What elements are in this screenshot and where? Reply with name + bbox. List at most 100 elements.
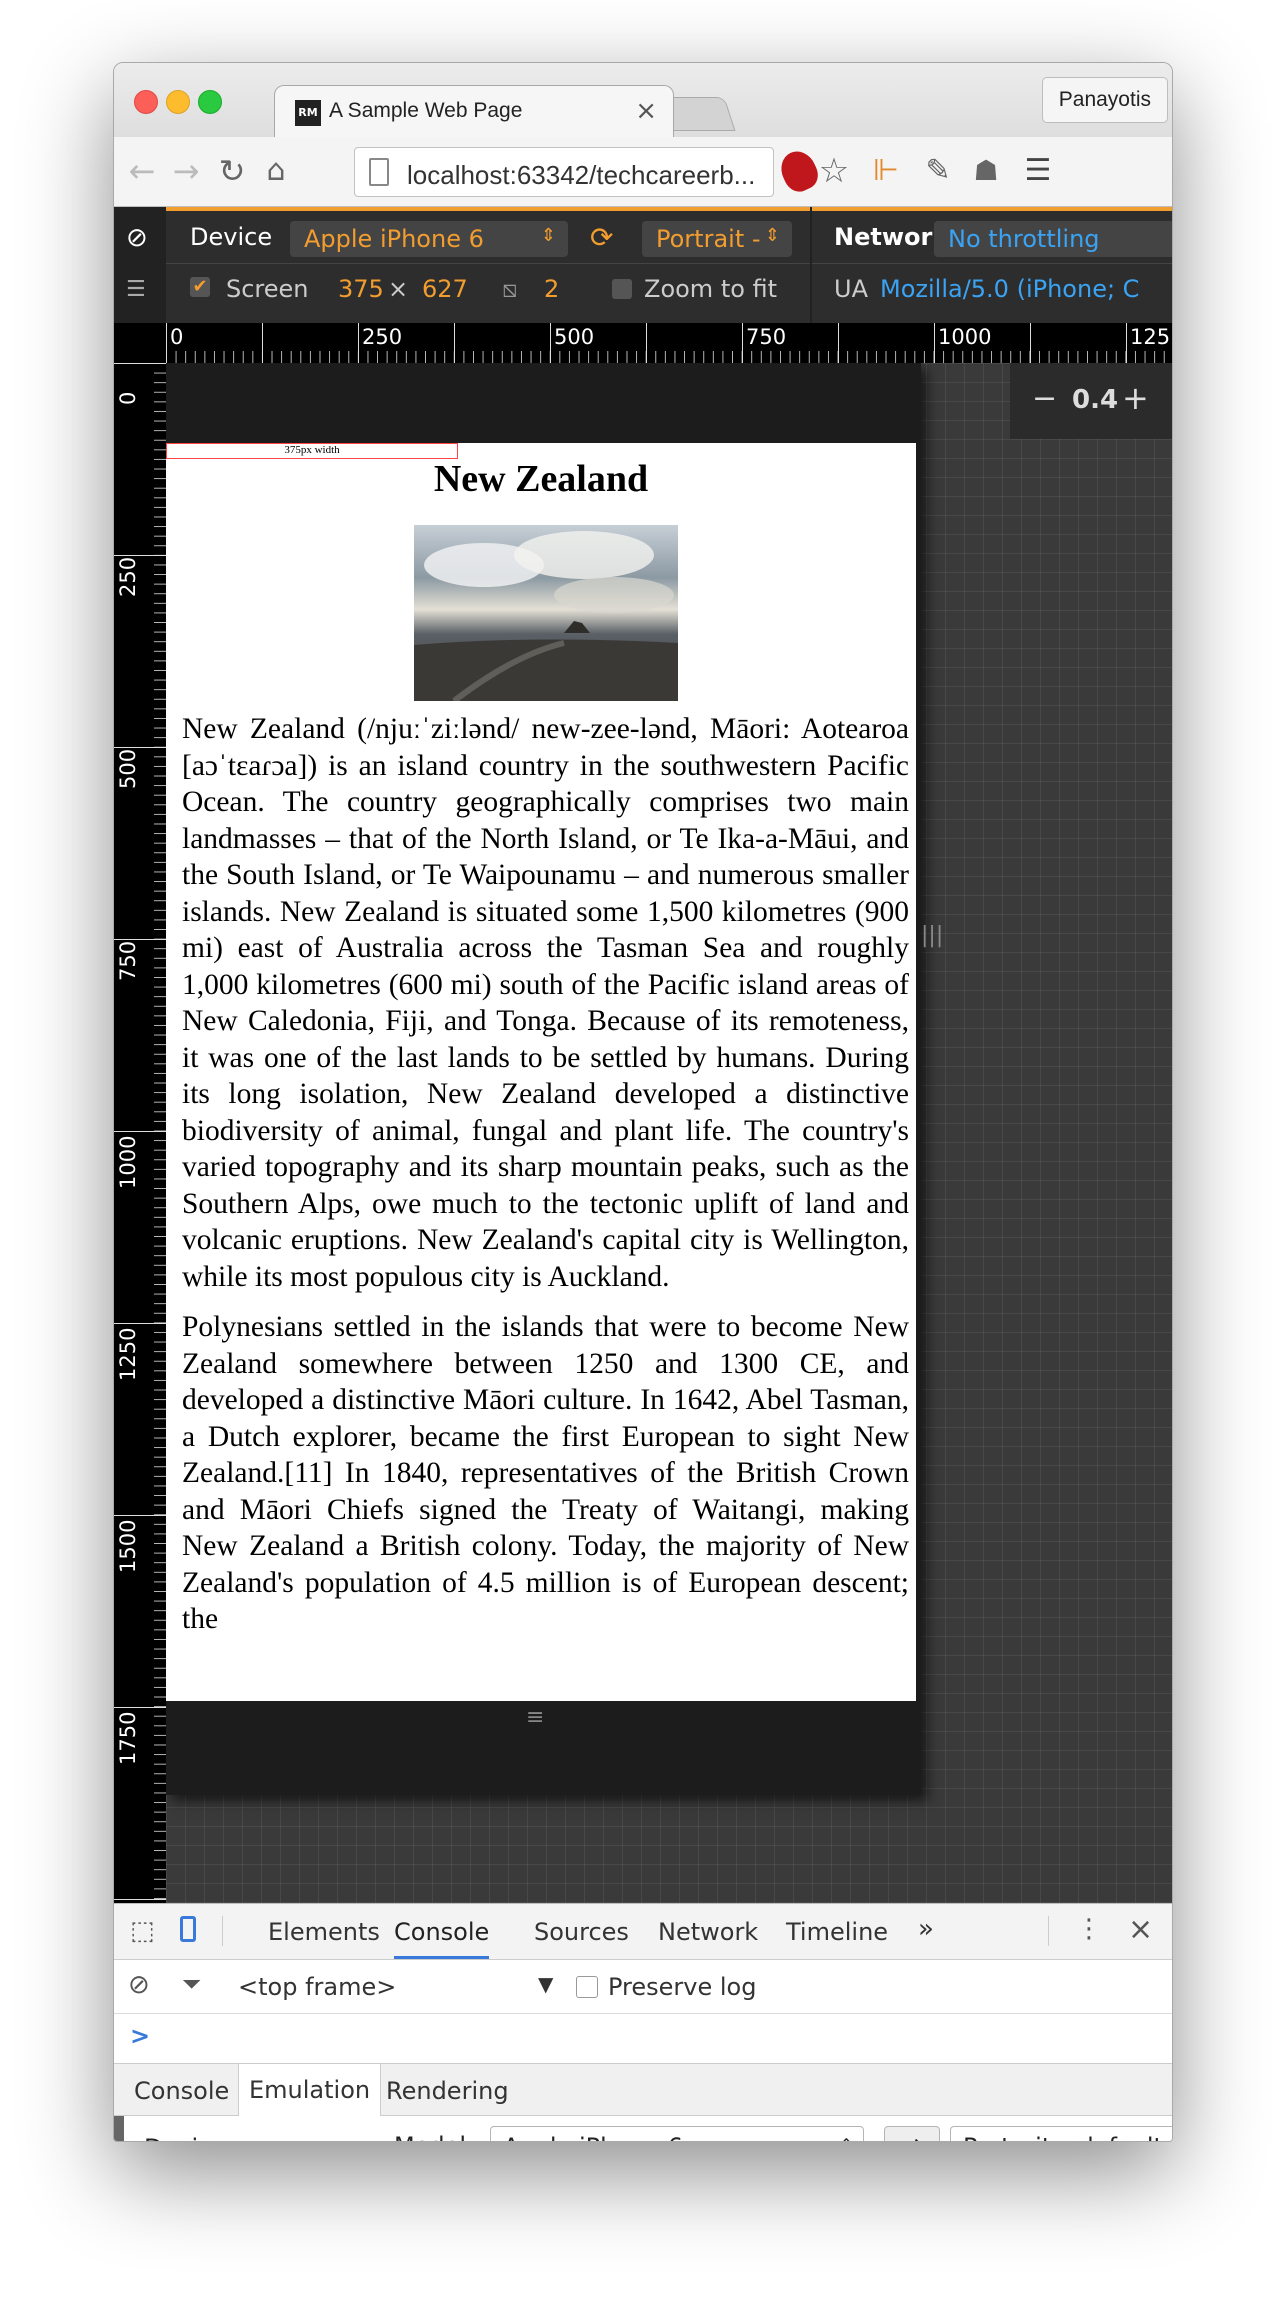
dpr-icon: ⧅: [502, 275, 518, 303]
tab-title: A Sample Web Page: [329, 99, 523, 122]
ruler-label: 1250: [116, 1327, 140, 1381]
devtools-panel: ⬚ Elements Console Sources Network Timel…: [114, 1903, 1172, 2141]
dropdown-arrow-icon[interactable]: ▼: [538, 1972, 553, 1996]
disable-emulation-icon[interactable]: ⊘: [126, 223, 148, 253]
menu-icon[interactable]: ☰: [1018, 153, 1058, 189]
screen-checkbox[interactable]: ✔: [190, 277, 210, 297]
orientation-select[interactable]: Portrait - ⇕: [642, 221, 792, 257]
resize-height-handle[interactable]: ≡: [526, 1705, 544, 1730]
emulation-stage: − 0.4 + 375px width New Zealand New Zeal…: [166, 363, 1172, 1903]
ua-label: UA: [834, 275, 868, 303]
device-frame: 375px width New Zealand New Zealand (/nj…: [166, 363, 943, 1795]
zoom-out-button[interactable]: −: [1032, 381, 1057, 416]
article-body: New Zealand (/njuːˈziːlənd/ new-zee-lənd…: [182, 711, 909, 1652]
favicon-icon: RM: [295, 100, 321, 126]
paragraph: Polynesians settled in the islands that …: [182, 1311, 909, 1635]
zoom-value: 0.4: [1072, 385, 1119, 415]
page-heading: New Zealand: [433, 458, 649, 500]
tab-network[interactable]: Network: [658, 1918, 758, 1946]
ruler-label: 0: [170, 325, 184, 349]
orientation-value: Portrait -: [656, 225, 761, 253]
ruler-label: 0: [116, 391, 140, 405]
device-mode-icon[interactable]: [180, 1916, 196, 1942]
ruler-label: 500: [554, 325, 595, 349]
address-bar[interactable]: localhost:63342/techcareerb...: [354, 147, 774, 197]
dpr-input[interactable]: 2: [544, 275, 559, 303]
ruler-corner: [114, 323, 166, 363]
forward-icon[interactable]: →: [166, 153, 206, 189]
sidebar-item-device[interactable]: Device: [144, 2134, 226, 2141]
emulation-drawer: Device Model: Apple iPhone 6 ⇕ ⇄ Portrait…: [114, 2116, 1172, 2141]
preserve-log-checkbox[interactable]: [576, 1976, 598, 1998]
zoom-to-fit-label: Zoom to fit: [644, 275, 778, 303]
console-input[interactable]: >: [114, 2014, 1172, 2064]
ruler-label: 1750: [116, 1711, 140, 1765]
bookmark-star-icon[interactable]: ☆: [814, 153, 854, 189]
extension-ruler-icon[interactable]: ⊩: [866, 153, 906, 189]
frame-select[interactable]: <top frame>: [238, 1973, 396, 2001]
screen-height-input[interactable]: 627: [422, 275, 468, 303]
reload-icon[interactable]: ↻: [212, 153, 252, 189]
minimize-window-button[interactable]: [166, 90, 190, 114]
back-icon[interactable]: ←: [122, 153, 162, 189]
home-icon[interactable]: ⌂: [256, 153, 296, 189]
eyedropper-extension-icon[interactable]: ✎: [918, 153, 958, 189]
tab-timeline[interactable]: Timeline: [786, 1918, 888, 1946]
zoom-to-fit-checkbox[interactable]: [612, 279, 632, 299]
ruler-label: 750: [116, 940, 140, 981]
screen-label: Screen: [226, 275, 309, 303]
drawer-tab-rendering[interactable]: Rendering: [386, 2077, 509, 2105]
select-arrows-icon: ⇕: [764, 225, 780, 246]
rotate-icon[interactable]: ⟳: [590, 221, 613, 254]
preserve-log-label: Preserve log: [608, 1973, 757, 2001]
ruler-horizontal: 0 250 500 750 1000 125: [166, 323, 1172, 363]
browser-toolbar: ← → ↻ ⌂ localhost:63342/techcareerb... ☆…: [114, 137, 1172, 207]
drawer-tab-emulation[interactable]: Emulation: [238, 2064, 382, 2116]
model-select[interactable]: Apple iPhone 6 ⇕: [490, 2126, 864, 2141]
close-window-button[interactable]: [134, 90, 158, 114]
ruler-label: 500: [116, 748, 140, 789]
clear-console-icon[interactable]: ⊘: [128, 1970, 150, 2000]
console-filter-bar: ⊘ ⏷ <top frame> ▼ Preserve log: [114, 1960, 1172, 2014]
select-arrows-icon: ⇕: [540, 225, 556, 246]
devtools-tab-bar: ⬚ Elements Console Sources Network Timel…: [114, 1904, 1172, 1960]
drawer-tab-console[interactable]: Console: [134, 2077, 229, 2105]
ruler-vertical: 0 250 500 750 1000 1250 1500 1750: [114, 363, 166, 1903]
orientation-dropdown[interactable]: Portrait – default: [950, 2126, 1172, 2141]
filter-icon[interactable]: ⏷: [182, 1970, 201, 1998]
browser-window: RM A Sample Web Page × Panayotis ← → ↻ ⌂…: [113, 62, 1173, 2142]
more-options-icon[interactable]: ⋮: [1076, 1914, 1102, 1944]
more-tabs-icon[interactable]: »: [918, 1914, 934, 1944]
evernote-extension-icon[interactable]: ☗: [966, 153, 1006, 189]
ua-input[interactable]: Mozilla/5.0 (iPhone; C: [880, 275, 1139, 303]
maximize-window-button[interactable]: [198, 90, 222, 114]
device-label: Device: [190, 223, 273, 251]
ruler-label: 1000: [116, 1135, 140, 1189]
close-tab-icon[interactable]: ×: [635, 96, 657, 126]
rulers-toggle-icon[interactable]: ☰: [126, 277, 146, 302]
network-label: Network: [834, 223, 949, 251]
ruler-label: 250: [362, 325, 403, 349]
ruler-label: 750: [746, 325, 787, 349]
swap-dimensions-button[interactable]: ⇄: [884, 2126, 940, 2141]
device-select[interactable]: Apple iPhone 6 ⇕: [290, 221, 568, 257]
zoom-in-button[interactable]: +: [1122, 379, 1149, 417]
network-select[interactable]: No throttling: [934, 221, 1172, 257]
paragraph: New Zealand (/njuːˈziːlənd/ new-zee-lənd…: [182, 713, 909, 1293]
tab-elements[interactable]: Elements: [268, 1918, 380, 1946]
model-value: Apple iPhone 6: [503, 2133, 683, 2141]
device-value: Apple iPhone 6: [304, 225, 484, 253]
inspect-icon[interactable]: ⬚: [130, 1916, 155, 1946]
drawer-tab-bar: Console Emulation Rendering: [114, 2064, 1172, 2116]
tab-console[interactable]: Console: [394, 1918, 490, 1959]
console-prompt-icon: >: [130, 2022, 151, 2050]
ruler-label: 1000: [938, 325, 992, 349]
select-arrows-icon: ⇕: [840, 2135, 853, 2141]
profile-button[interactable]: Panayotis: [1041, 77, 1168, 123]
zoom-control: − 0.4 +: [1010, 363, 1172, 439]
close-devtools-icon[interactable]: ×: [1128, 1912, 1153, 1947]
browser-tab[interactable]: RM A Sample Web Page ×: [274, 85, 674, 139]
resize-width-handle[interactable]: |||: [921, 923, 943, 948]
screen-width-input[interactable]: 375: [338, 275, 384, 303]
tab-sources[interactable]: Sources: [534, 1918, 629, 1946]
